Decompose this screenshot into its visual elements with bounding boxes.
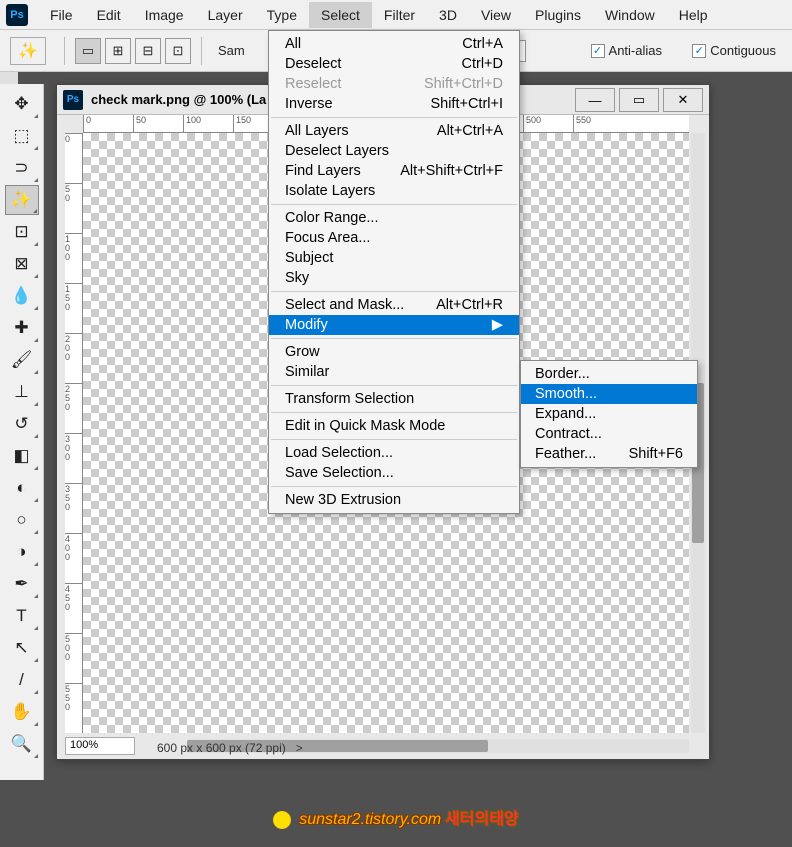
antialias-label: Anti-alias [609,43,662,58]
menu-file[interactable]: File [38,2,85,28]
tool-gradient[interactable]: ◐ [5,473,39,503]
sample-label: Sam [218,43,245,58]
document-title: check mark.png @ 100% (La [91,92,266,107]
menubar: Ps FileEditImageLayerTypeSelectFilter3DV… [0,0,792,30]
menu-plugins[interactable]: Plugins [523,2,593,28]
submenu-item-smooth[interactable]: Smooth... [521,384,697,404]
new-selection-button[interactable]: ▭ [75,38,101,64]
contiguous-checkbox[interactable]: ✓ [692,44,706,58]
app-logo: Ps [6,4,28,26]
menu-item-select-and-mask[interactable]: Select and Mask...Alt+Ctrl+R [269,295,519,315]
tool-preset-button[interactable]: ✨ [10,37,46,65]
ruler-vertical: 050100150200250300350400450500550 [65,133,83,733]
select-menu-dropdown: AllCtrl+ADeselectCtrl+DReselectShift+Ctr… [268,30,520,514]
menu-edit[interactable]: Edit [85,2,133,28]
tool-crop[interactable]: ⊡ [5,217,39,247]
menu-item-grow[interactable]: Grow [269,342,519,362]
menu-item-load-selection[interactable]: Load Selection... [269,443,519,463]
tool-dodge[interactable]: ◑ [5,537,39,567]
tool-path[interactable]: ↖ [5,633,39,663]
menu-item-transform-selection[interactable]: Transform Selection [269,389,519,409]
submenu-item-contract[interactable]: Contract... [521,424,697,444]
intersect-selection-button[interactable]: ⊡ [165,38,191,64]
menu-view[interactable]: View [469,2,523,28]
menu-item-save-selection[interactable]: Save Selection... [269,463,519,483]
menu-select[interactable]: Select [309,2,372,28]
tool-move[interactable]: ✥ [5,89,39,119]
menu-item-similar[interactable]: Similar [269,362,519,382]
status-text: 600 px x 600 px (72 ppi) > [157,741,303,755]
tool-lasso[interactable]: ⊃ [5,153,39,183]
menu-item-all-layers[interactable]: All LayersAlt+Ctrl+A [269,121,519,141]
tool-eraser[interactable]: ◧ [5,441,39,471]
menu-help[interactable]: Help [667,2,720,28]
tool-frame[interactable]: ⊠ [5,249,39,279]
toolbar-handle[interactable] [0,72,18,84]
menu-window[interactable]: Window [593,2,667,28]
contiguous-label: Contiguous [710,43,776,58]
tool-history[interactable]: ↺ [5,409,39,439]
tool-blur[interactable]: ○ [5,505,39,535]
submenu-item-expand[interactable]: Expand... [521,404,697,424]
menu-layer[interactable]: Layer [196,2,255,28]
tool-wand[interactable]: ✨ [5,185,39,215]
menu-item-deselect-layers[interactable]: Deselect Layers [269,141,519,161]
submenu-item-feather[interactable]: Feather...Shift+F6 [521,444,697,464]
tool-heal[interactable]: ✚ [5,313,39,343]
menu-item-isolate-layers[interactable]: Isolate Layers [269,181,519,201]
tool-stamp[interactable]: ⊥ [5,377,39,407]
menu-item-deselect[interactable]: DeselectCtrl+D [269,54,519,74]
menu-item-reselect: ReselectShift+Ctrl+D [269,74,519,94]
add-selection-button[interactable]: ⊞ [105,38,131,64]
watermark: sunstar2.tistory.com 새터의태양 [0,805,792,829]
submenu-item-border[interactable]: Border... [521,364,697,384]
doc-icon: Ps [63,90,83,110]
menu-item-color-range[interactable]: Color Range... [269,208,519,228]
toolbar: ✥⬚⊃✨⊡⊠💧✚🖌⊥↺◧◐○◑✒T↖/✋🔍 [0,84,44,780]
menu-3d[interactable]: 3D [427,2,469,28]
tool-shape[interactable]: / [5,665,39,695]
tool-type[interactable]: T [5,601,39,631]
modify-submenu: Border...Smooth...Expand...Contract...Fe… [520,360,698,468]
menu-item-subject[interactable]: Subject [269,248,519,268]
tool-pen[interactable]: ✒ [5,569,39,599]
tool-eyedrop[interactable]: 💧 [5,281,39,311]
menu-item-sky[interactable]: Sky [269,268,519,288]
close-button[interactable]: ✕ [663,88,703,112]
minimize-button[interactable]: — [575,88,615,112]
tool-brush[interactable]: 🖌 [5,345,39,375]
tool-marquee[interactable]: ⬚ [5,121,39,151]
menu-item-inverse[interactable]: InverseShift+Ctrl+I [269,94,519,114]
menu-item-edit-in-quick-mask-mode[interactable]: Edit in Quick Mask Mode [269,416,519,436]
subtract-selection-button[interactable]: ⊟ [135,38,161,64]
zoom-input[interactable]: 100% [65,737,135,755]
emoji-icon [273,811,291,829]
menu-item-find-layers[interactable]: Find LayersAlt+Shift+Ctrl+F [269,161,519,181]
menu-item-modify[interactable]: Modify▶ [269,315,519,335]
tool-hand[interactable]: ✋ [5,697,39,727]
menu-type[interactable]: Type [255,2,309,28]
tool-zoom[interactable]: 🔍 [5,729,39,759]
maximize-button[interactable]: ▭ [619,88,659,112]
antialias-checkbox[interactable]: ✓ [591,44,605,58]
menu-item-all[interactable]: AllCtrl+A [269,34,519,54]
menu-image[interactable]: Image [133,2,196,28]
menu-item-focus-area[interactable]: Focus Area... [269,228,519,248]
menu-item-new-3d-extrusion[interactable]: New 3D Extrusion [269,490,519,510]
menu-filter[interactable]: Filter [372,2,427,28]
